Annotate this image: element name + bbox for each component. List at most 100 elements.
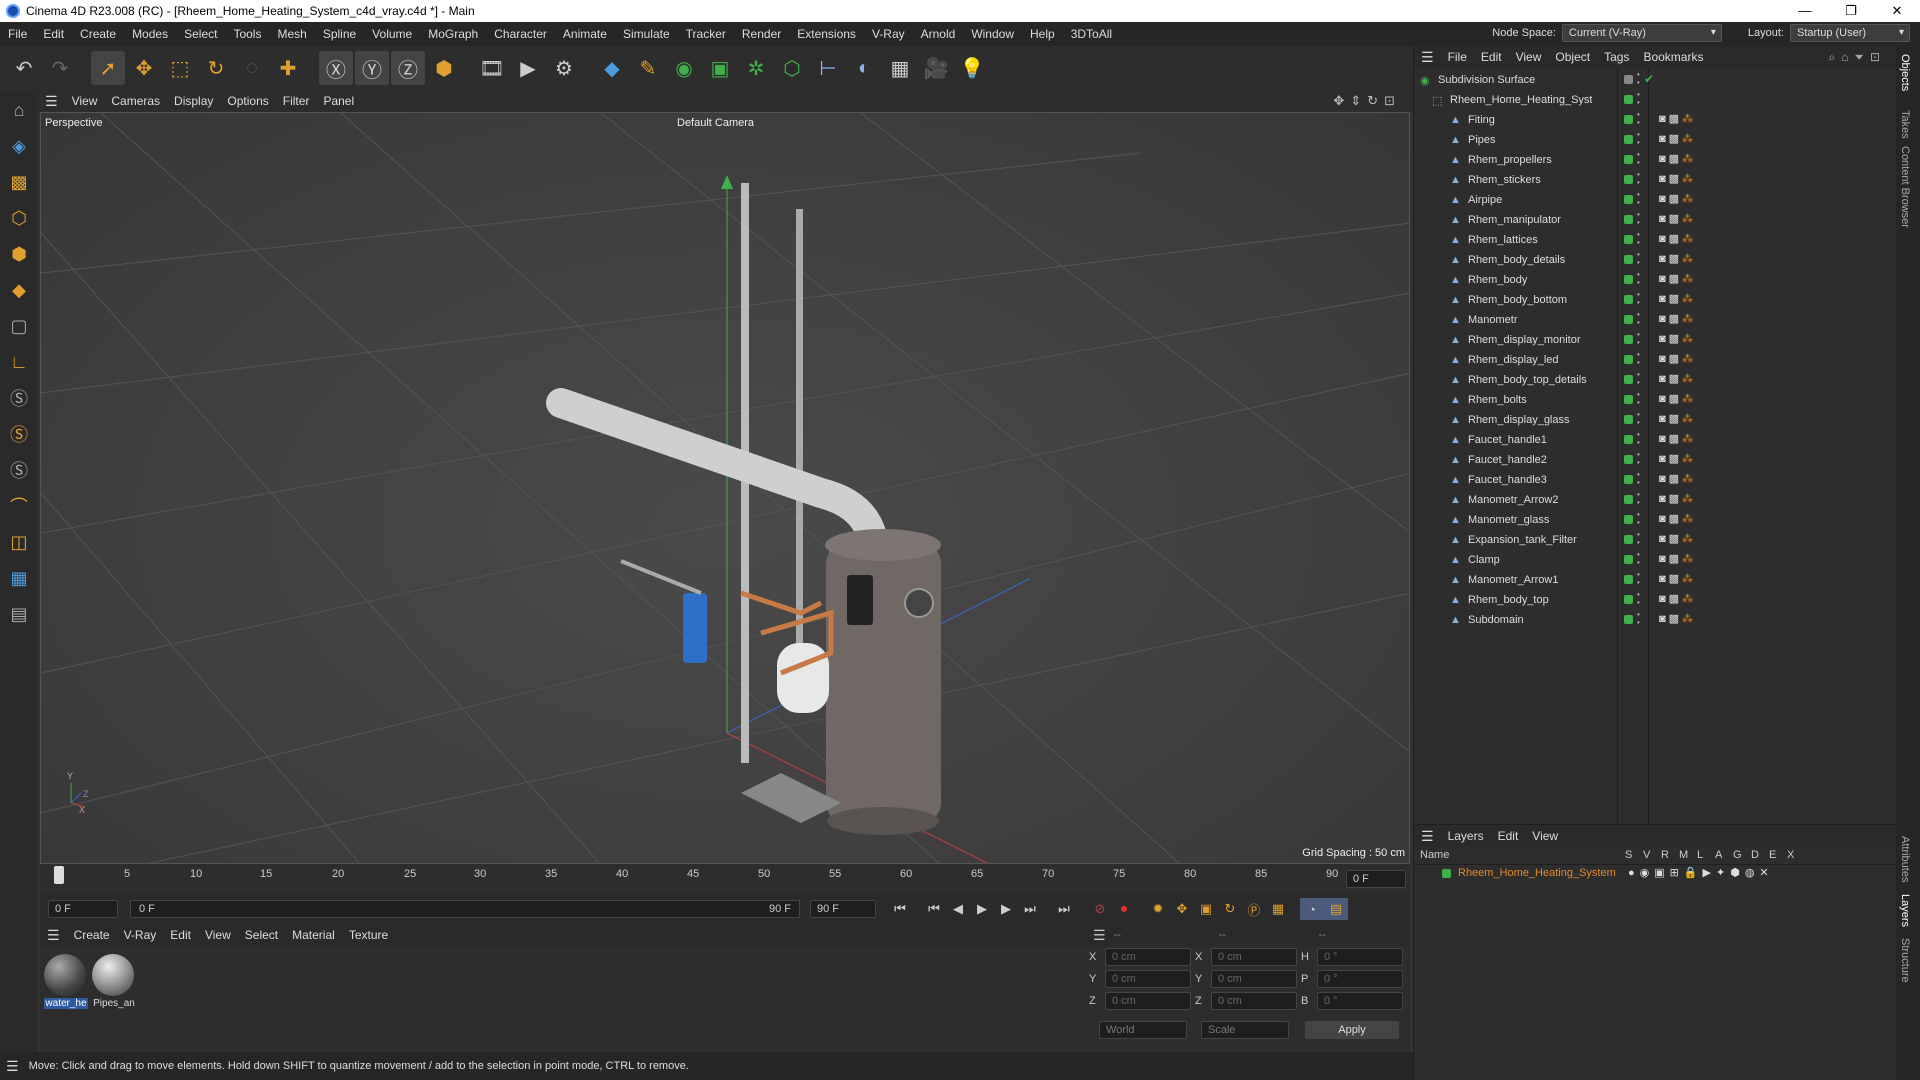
object-name[interactable]: Subdomain xyxy=(1468,614,1592,626)
rotation-p-field[interactable]: 0 ° xyxy=(1317,970,1403,988)
visibility-toggle-icon[interactable]: • • xyxy=(1637,411,1640,427)
coord-system-select[interactable]: World xyxy=(1099,1021,1187,1039)
extrude-icon[interactable]: ▣ xyxy=(703,51,737,85)
menu-help[interactable]: Help xyxy=(1022,27,1063,41)
key-scale-icon[interactable]: ▣ xyxy=(1194,898,1218,920)
object-name[interactable]: Manometr xyxy=(1468,314,1592,326)
visibility-toggle-icon[interactable]: • • xyxy=(1637,571,1640,587)
keyframe-selection-icon[interactable]: ✹ xyxy=(1146,898,1170,920)
material-tags-icon[interactable]: ◙▩⁂ xyxy=(1659,532,1696,545)
material-swatch[interactable]: Pipes_an xyxy=(92,954,136,1016)
floor-icon[interactable]: ▦ xyxy=(883,51,917,85)
visibility-toggle-icon[interactable]: • • xyxy=(1637,151,1640,167)
size-x-field[interactable]: 0 cm xyxy=(1211,948,1297,966)
object-name[interactable]: Rhem_body_top xyxy=(1468,594,1592,606)
previous-key-icon[interactable]: ⏮ xyxy=(922,898,946,920)
menu-arnold[interactable]: Arnold xyxy=(913,27,964,41)
viewport-menu-options[interactable]: Options xyxy=(220,94,275,108)
next-key-icon[interactable]: ⏭ xyxy=(1018,898,1042,920)
side-tab-layers[interactable]: Layers xyxy=(1899,894,1911,927)
object-row[interactable]: ▲ Rhem_stickers • • ◙▩⁂ xyxy=(1414,170,1897,190)
object-name[interactable]: Rhem_lattices xyxy=(1468,234,1592,246)
visibility-toggle-icon[interactable]: • • xyxy=(1637,451,1640,467)
object-name[interactable]: Pipes xyxy=(1468,134,1592,146)
visibility-toggle-icon[interactable]: • • xyxy=(1637,371,1640,387)
menu-tracker[interactable]: Tracker xyxy=(678,27,734,41)
menu-tools[interactable]: Tools xyxy=(225,27,269,41)
menu-mesh[interactable]: Mesh xyxy=(269,27,314,41)
motion-system-icon[interactable]: ◔ xyxy=(1300,898,1324,920)
object-menu-edit[interactable]: Edit xyxy=(1474,50,1509,64)
layer-color-swatch[interactable] xyxy=(1624,555,1633,564)
layer-color-swatch[interactable] xyxy=(1624,235,1633,244)
material-tags-icon[interactable]: ◙▩⁂ xyxy=(1659,592,1696,605)
object-row-group[interactable]: ⬚ Rheem_Home_Heating_System • • xyxy=(1414,90,1897,110)
visibility-toggle-icon[interactable]: • • xyxy=(1637,91,1640,107)
object-name[interactable]: Rhem_body_top_details xyxy=(1468,374,1592,386)
play-icon[interactable]: ▶ xyxy=(970,898,994,920)
layer-color-swatch[interactable] xyxy=(1624,355,1633,364)
object-search-icons[interactable]: ⌕⌂⏷⊡ xyxy=(1828,50,1886,65)
mograph-icon[interactable]: ⬡ xyxy=(775,51,809,85)
playhead[interactable] xyxy=(54,866,64,884)
layout-select[interactable]: Startup (User) xyxy=(1790,24,1910,42)
axis-mode-icon[interactable]: ∟ xyxy=(3,346,35,378)
material-tags-icon[interactable]: ◙▩⁂ xyxy=(1659,552,1696,565)
magnet-icon[interactable]: ⌒ xyxy=(3,490,35,522)
viewport-menu-filter[interactable]: Filter xyxy=(276,94,317,108)
scale-icon[interactable]: ⬚ xyxy=(163,51,197,85)
visibility-toggle-icon[interactable]: • • xyxy=(1637,471,1640,487)
menu-extensions[interactable]: Extensions xyxy=(789,27,864,41)
side-tab-objects[interactable]: Objects xyxy=(1899,54,1911,91)
size-z-field[interactable]: 0 cm xyxy=(1211,992,1297,1010)
side-tab-takes[interactable]: Takes xyxy=(1899,110,1911,139)
light-icon[interactable]: 💡 xyxy=(955,51,989,85)
object-row[interactable]: ▲ Rhem_manipulator • • ◙▩⁂ xyxy=(1414,210,1897,230)
layer-color-swatch[interactable] xyxy=(1624,615,1633,624)
visibility-toggle-icon[interactable]: • • xyxy=(1637,251,1640,267)
create-tool-icon[interactable]: ✚ xyxy=(271,51,305,85)
object-name[interactable]: Rhem_manipulator xyxy=(1468,214,1592,226)
visibility-toggle-icon[interactable]: • • xyxy=(1637,491,1640,507)
go-to-start-icon[interactable]: ⏮ xyxy=(888,898,912,920)
menu-volume[interactable]: Volume xyxy=(364,27,420,41)
viewport-menu-view[interactable]: View xyxy=(65,94,105,108)
layer-color-swatch[interactable] xyxy=(1624,215,1633,224)
object-row[interactable]: ▲ Rhem_bolts • • ◙▩⁂ xyxy=(1414,390,1897,410)
x-axis-icon[interactable]: Ⓧ xyxy=(319,51,353,85)
locked-workplane-icon[interactable]: ▤ xyxy=(3,598,35,630)
material-tags-icon[interactable]: ◙▩⁂ xyxy=(1659,152,1696,165)
object-name[interactable]: Manometr_glass xyxy=(1468,514,1592,526)
visibility-toggle-icon[interactable]: • • xyxy=(1637,211,1640,227)
workplane-snap-icon[interactable]: Ⓢ xyxy=(3,454,35,486)
make-editable-icon[interactable]: ⌂ xyxy=(3,94,35,126)
menu-render[interactable]: Render xyxy=(734,27,789,41)
subdivision-icon[interactable]: ◉ xyxy=(667,51,701,85)
layer-color-swatch[interactable] xyxy=(1624,255,1633,264)
layer-color-swatch[interactable] xyxy=(1624,315,1633,324)
live-select-icon[interactable]: ◌ xyxy=(235,51,269,85)
material-tags-icon[interactable]: ◙▩⁂ xyxy=(1659,412,1696,425)
object-name[interactable]: Rhem_stickers xyxy=(1468,174,1592,186)
autokey-icon[interactable]: ⊘ xyxy=(1088,898,1112,920)
key-position-icon[interactable]: ✥ xyxy=(1170,898,1194,920)
layer-color-swatch[interactable] xyxy=(1624,135,1633,144)
object-name[interactable]: Airpipe xyxy=(1468,194,1592,206)
visibility-toggle-icon[interactable]: • • xyxy=(1637,131,1640,147)
material-tags-icon[interactable]: ◙▩⁂ xyxy=(1659,612,1696,625)
polygons-mode-icon[interactable]: ◆ xyxy=(3,274,35,306)
material-tags-icon[interactable]: ◙▩⁂ xyxy=(1659,332,1696,345)
timeline-ruler[interactable]: 0 5 10 15 20 25 30 35 40 45 50 55 60 65 … xyxy=(40,864,1410,894)
points-mode-icon[interactable]: ⬡ xyxy=(3,202,35,234)
object-menu-tags[interactable]: Tags xyxy=(1597,50,1636,64)
material-tags-icon[interactable]: ◙▩⁂ xyxy=(1659,232,1696,245)
material-tags-icon[interactable]: ◙▩⁂ xyxy=(1659,372,1696,385)
coord-hamburger-icon[interactable]: ☰ xyxy=(1093,927,1106,944)
menu-window[interactable]: Window xyxy=(963,27,1022,41)
move-icon[interactable]: ✥ xyxy=(127,51,161,85)
visibility-toggle-icon[interactable]: • • xyxy=(1637,331,1640,347)
record-icon[interactable]: ⏺ xyxy=(1112,898,1136,920)
select-cursor-icon[interactable]: ➚ xyxy=(91,51,125,85)
close-icon[interactable]: ✕ xyxy=(1874,0,1920,22)
layer-menu-edit[interactable]: Edit xyxy=(1491,829,1526,843)
